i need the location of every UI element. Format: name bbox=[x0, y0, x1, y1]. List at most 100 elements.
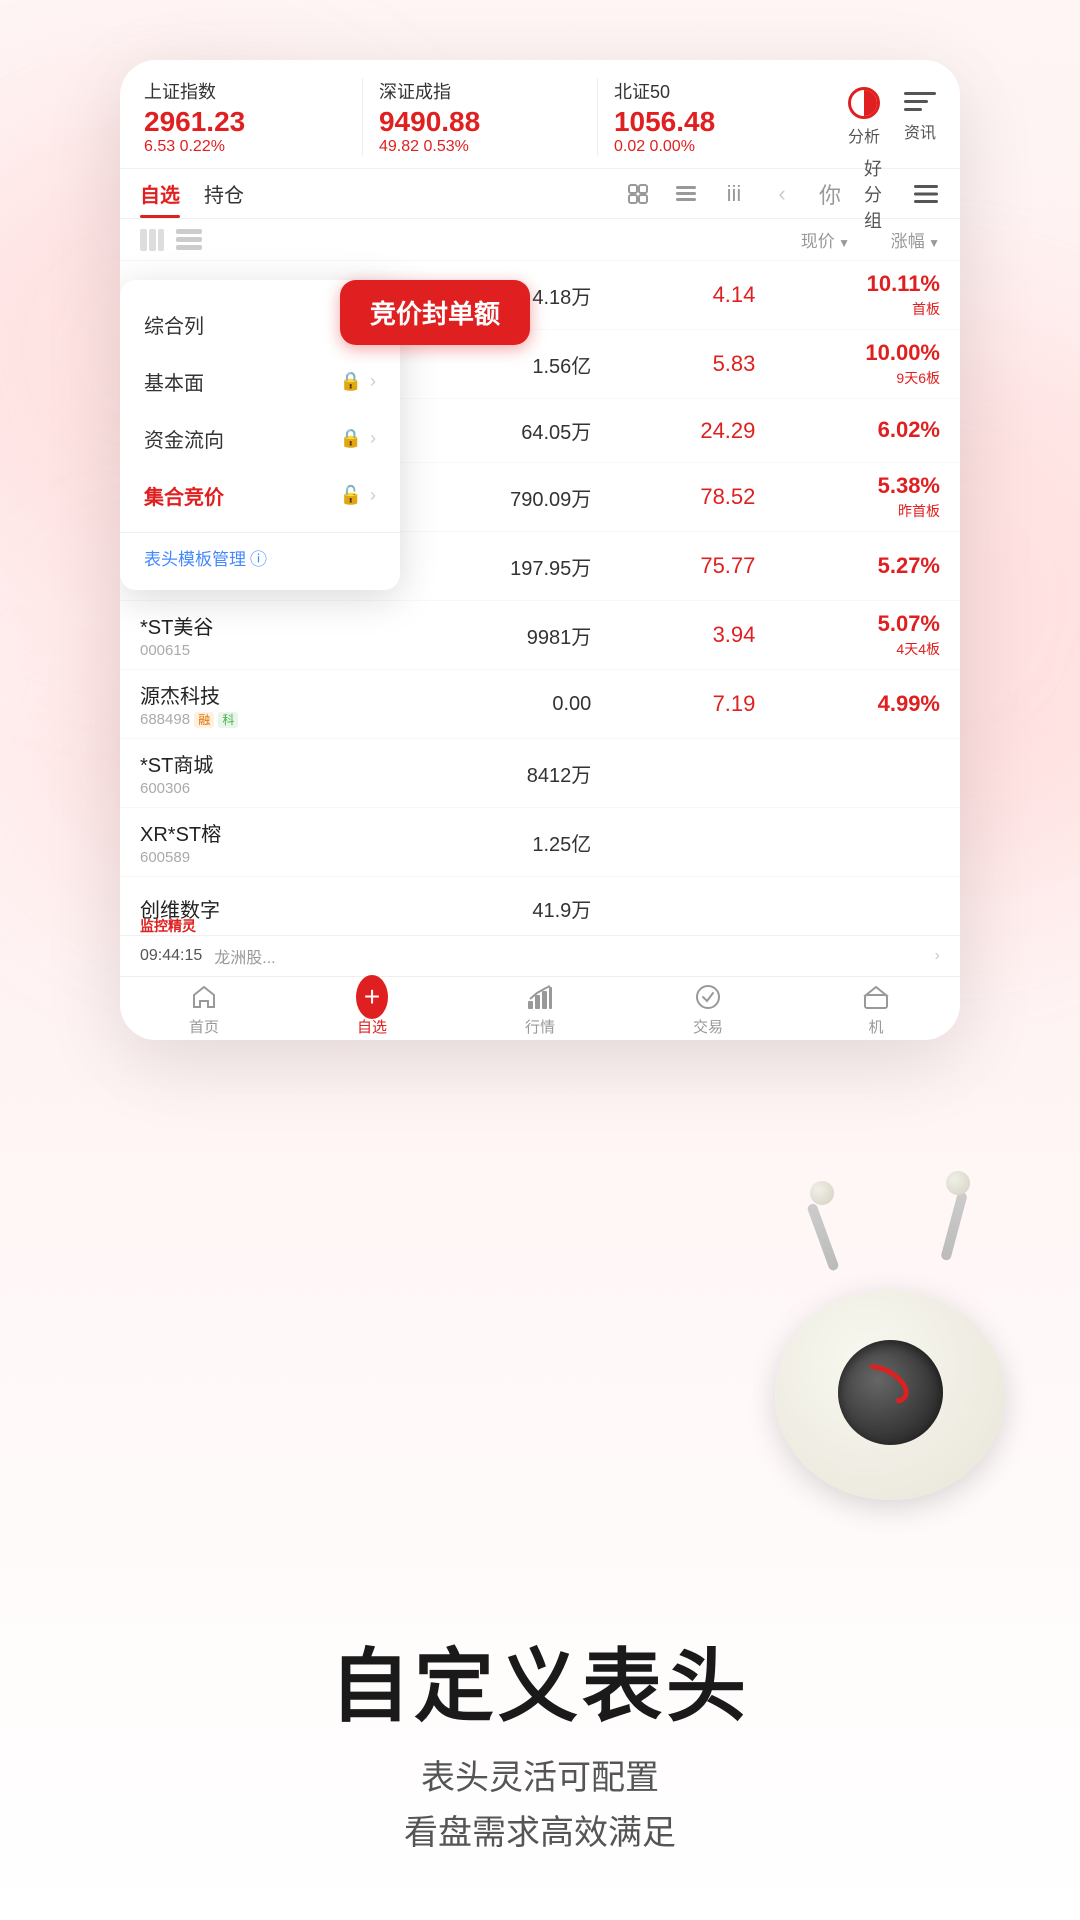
arrow-icon-4: › bbox=[370, 485, 376, 506]
nav-home-label: 首页 bbox=[189, 1016, 219, 1037]
news-icon-line1 bbox=[904, 92, 936, 95]
market-icon bbox=[524, 981, 556, 1013]
stock-row-yuanjie[interactable]: 源杰科技 688498 融 科 0.00 7.19 4.99% bbox=[120, 670, 960, 739]
dropdown-item-auction[interactable]: 集合竞价 🔓 › bbox=[120, 467, 400, 524]
tab-action-icons: iii ‹ 你 好分组 bbox=[624, 180, 940, 218]
stock-price-yuanjie: 7.19 bbox=[591, 691, 755, 717]
news-icon bbox=[904, 87, 936, 115]
stock-price-2: 5.83 bbox=[591, 351, 755, 377]
stock-volume-xrst: 1.25亿 bbox=[386, 828, 591, 857]
status-text: 龙洲股... bbox=[214, 944, 934, 968]
home-icon bbox=[188, 981, 220, 1013]
table-icon[interactable] bbox=[176, 229, 202, 251]
template-manage-link[interactable]: 表头模板管理 ⓘ bbox=[144, 545, 376, 570]
indices-bar: 上证指数 2961.23 6.53 0.22% 深证成指 9490.88 49.… bbox=[120, 60, 960, 169]
tab-bar: 自选 持仓 iii bbox=[120, 169, 960, 219]
stock-change-sailis: 5.27% bbox=[755, 553, 940, 579]
antenna-right bbox=[940, 1191, 968, 1261]
mascot-character bbox=[750, 1220, 1030, 1500]
index-beijing-change: 0.02 0.00% bbox=[614, 138, 832, 156]
mascot-eye-ball bbox=[838, 1340, 943, 1445]
news-icon-line2 bbox=[904, 100, 928, 103]
index-shenzhen[interactable]: 深证成指 9490.88 49.82 0.53% bbox=[362, 78, 597, 156]
arrow-icon-3: › bbox=[370, 428, 376, 449]
monitoring-badge: 监控精灵 bbox=[140, 916, 196, 936]
mascot-eye-swirl bbox=[852, 1356, 916, 1411]
antenna-ball-left bbox=[810, 1181, 834, 1205]
news-icon-line3 bbox=[904, 108, 922, 111]
stock-name-xrst: XR*ST榕 bbox=[140, 818, 386, 847]
nav-market[interactable]: 行情 bbox=[456, 981, 624, 1037]
index-shenzhen-value: 9490.88 bbox=[379, 106, 597, 138]
nav-trade-label: 交易 bbox=[693, 1016, 723, 1037]
watchlist-add-btn[interactable]: + bbox=[356, 975, 388, 1019]
stock-volume-yuanjie: 0.00 bbox=[386, 693, 591, 716]
group-label[interactable]: 好分组 bbox=[864, 180, 892, 208]
tab-holdings[interactable]: 持仓 bbox=[204, 179, 244, 218]
nav-trade[interactable]: 交易 bbox=[624, 981, 792, 1037]
news-button[interactable]: 资讯 bbox=[904, 87, 936, 147]
menu-icon[interactable] bbox=[912, 180, 940, 208]
stock-volume-2: 1.56亿 bbox=[386, 350, 591, 379]
promo-title: 自定义表头 bbox=[60, 1647, 1020, 1727]
dropdown-item-fundamental[interactable]: 基本面 🔒 › bbox=[120, 353, 400, 410]
status-arrow: › bbox=[935, 947, 940, 965]
stock-volume-sailis: 197.95万 bbox=[386, 552, 591, 581]
info-circle-icon: ⓘ bbox=[250, 545, 267, 570]
nav-home[interactable]: 首页 bbox=[120, 981, 288, 1037]
analysis-button[interactable]: 分析 bbox=[848, 87, 880, 147]
nav-institution[interactable]: 机 bbox=[792, 981, 960, 1037]
dropdown-footer: 表头模板管理 ⓘ bbox=[120, 532, 400, 574]
stock-price-3: 24.29 bbox=[591, 418, 755, 444]
view-toggle-icons bbox=[140, 229, 202, 251]
stock-change-stmg: 5.07% 4天4板 bbox=[755, 611, 940, 659]
stock-volume-stmg: 9981万 bbox=[386, 621, 591, 650]
share-icon[interactable] bbox=[624, 180, 652, 208]
tag-rong-yuanjie: 融 bbox=[194, 712, 214, 728]
watchlist-icon: + bbox=[356, 981, 388, 1013]
stock-row-xrst[interactable]: XR*ST榕 600589 1.25亿 bbox=[120, 808, 960, 877]
index-beijing50[interactable]: 北证50 1056.48 0.02 0.00% bbox=[597, 78, 832, 156]
index-shenzhen-name: 深证成指 bbox=[379, 78, 597, 104]
grid-icon[interactable] bbox=[672, 180, 700, 208]
stock-row-stmg[interactable]: *ST美谷 000615 9981万 3.94 5.07% 4天4板 bbox=[120, 601, 960, 670]
sort-icon[interactable]: iii bbox=[720, 180, 748, 208]
stock-name-yuanjie: 源杰科技 bbox=[140, 680, 386, 709]
tag-ke-yuanjie: 科 bbox=[218, 712, 238, 728]
index-beijing-name: 北证50 bbox=[614, 78, 832, 104]
columns-icon[interactable] bbox=[140, 229, 164, 251]
settings-icon[interactable]: 你 bbox=[816, 180, 844, 208]
stock-volume-4: 790.09万 bbox=[386, 483, 591, 512]
back-icon[interactable]: ‹ bbox=[768, 180, 796, 208]
stock-volume-chuangwei: 41.9万 bbox=[386, 894, 591, 923]
promo-subtitle: 表头灵活可配置 看盘需求高效满足 bbox=[60, 1751, 1020, 1860]
tab-watchlist[interactable]: 自选 bbox=[140, 179, 180, 218]
stock-change-4: 5.38% 昨首板 bbox=[755, 473, 940, 521]
arrow-icon-2: › bbox=[370, 371, 376, 392]
promo-subtitle-line1: 表头灵活可配置 bbox=[60, 1751, 1020, 1805]
antenna-ball-right bbox=[946, 1171, 970, 1195]
stock-code-stsc: 600306 bbox=[140, 780, 386, 797]
phone-card: 上证指数 2961.23 6.53 0.22% 深证成指 9490.88 49.… bbox=[120, 60, 960, 1040]
stock-row-stsc[interactable]: *ST商城 600306 8412万 bbox=[120, 739, 960, 808]
stock-row-chuangwei[interactable]: 创维数字 监控精灵 41.9万 bbox=[120, 877, 960, 941]
bid-badge[interactable]: 竞价封单额 bbox=[340, 280, 530, 345]
promo-subtitle-line2: 看盘需求高效满足 bbox=[60, 1806, 1020, 1860]
index-shanghai[interactable]: 上证指数 2961.23 6.53 0.22% bbox=[144, 78, 362, 156]
stock-info-chuangwei: 创维数字 监控精灵 bbox=[140, 894, 386, 923]
lock-icon-4: 🔓 bbox=[340, 485, 362, 506]
change-column-header[interactable]: 涨幅 bbox=[850, 227, 940, 252]
trade-icon bbox=[692, 981, 724, 1013]
nav-institution-label: 机 bbox=[868, 1016, 883, 1037]
status-bar: 09:44:15 龙洲股... › bbox=[120, 935, 960, 976]
stock-code-stmg: 000615 bbox=[140, 642, 386, 659]
antenna-left bbox=[806, 1203, 839, 1272]
stock-info-stsc: *ST商城 600306 bbox=[140, 749, 386, 797]
price-column-header[interactable]: 现价 bbox=[760, 227, 850, 252]
nav-watchlist-label: 自选 bbox=[357, 1016, 387, 1037]
nav-watchlist[interactable]: + 自选 bbox=[288, 981, 456, 1037]
stock-change-3: 6.02% bbox=[755, 417, 940, 445]
dropdown-item-capital-flow[interactable]: 资金流向 🔒 › bbox=[120, 410, 400, 467]
bottom-promo: 自定义表头 表头灵活可配置 看盘需求高效满足 bbox=[0, 1647, 1080, 1860]
stock-name-stsc: *ST商城 bbox=[140, 749, 386, 778]
